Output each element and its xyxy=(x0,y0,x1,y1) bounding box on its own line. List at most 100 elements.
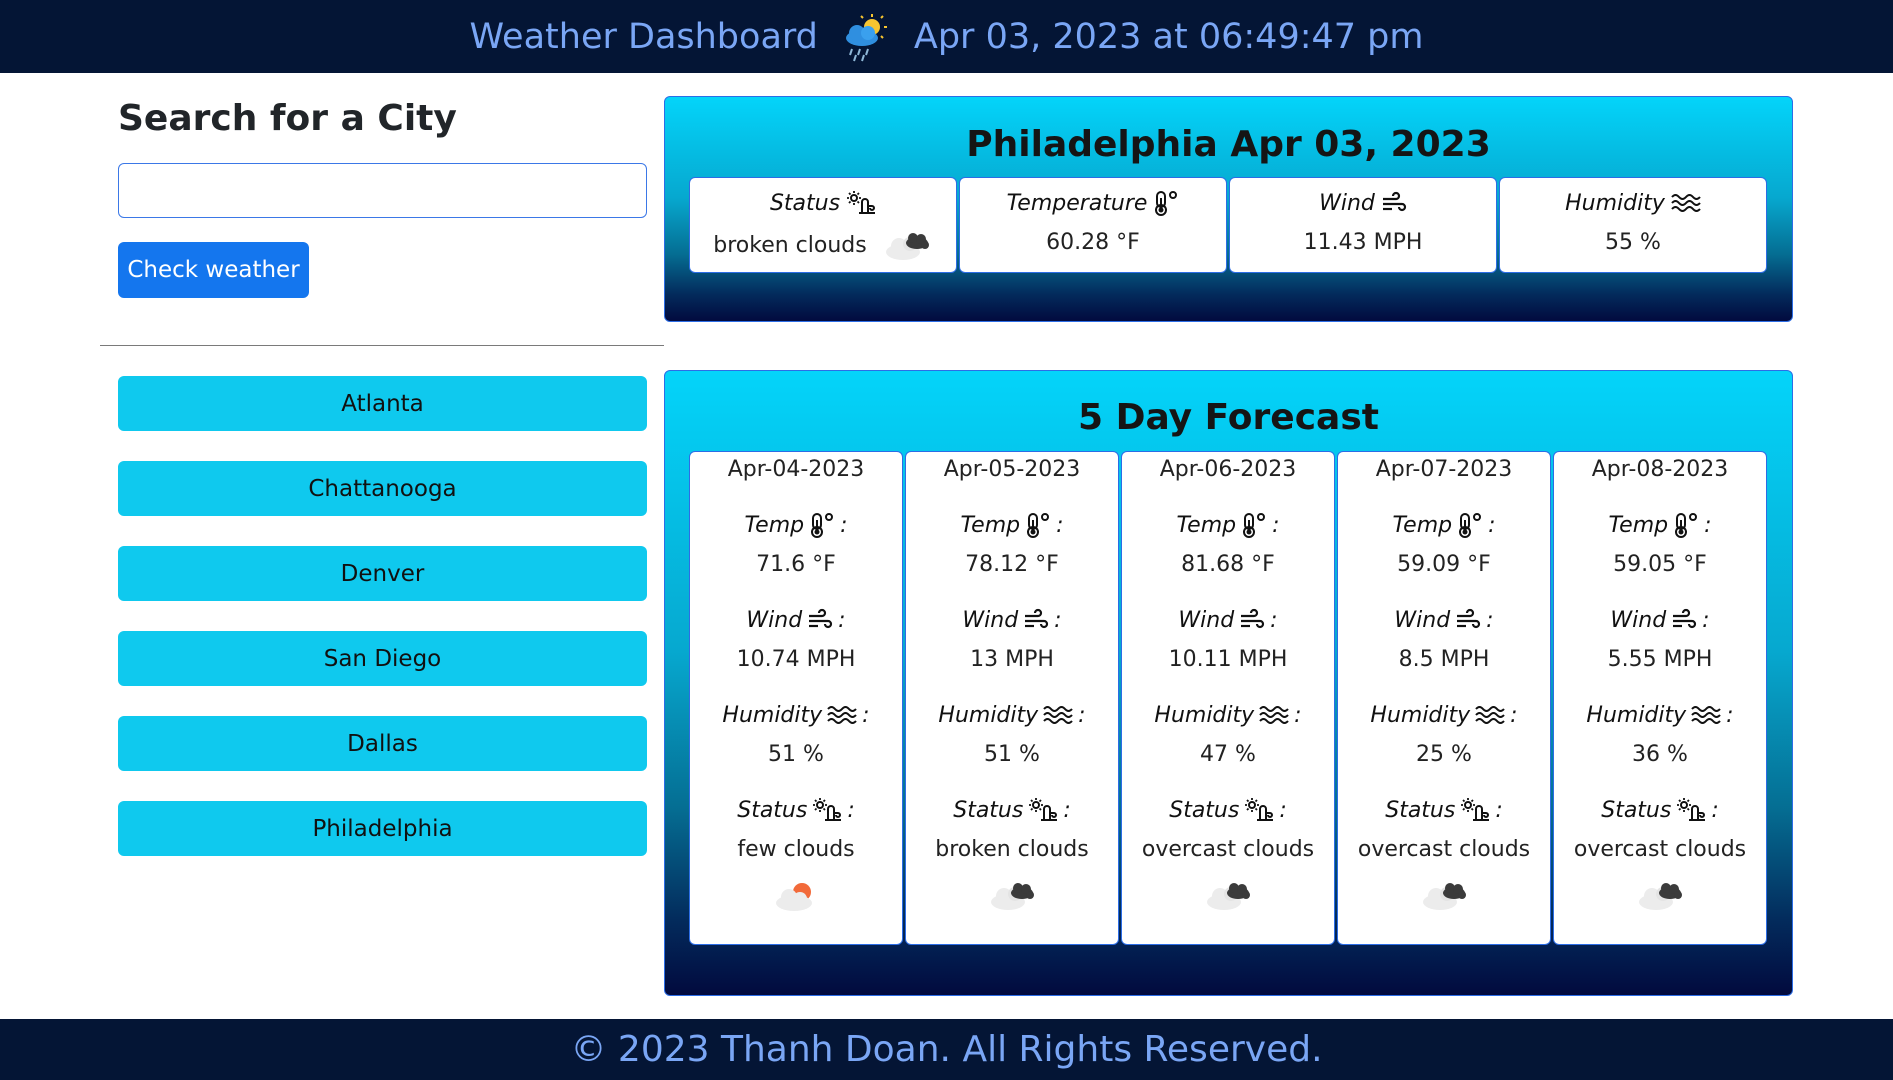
forecast-wind-label: Wind: xyxy=(1178,607,1278,633)
app-title: Weather Dashboard xyxy=(469,16,818,57)
current-humidity-card: Humidity 55 % xyxy=(1499,177,1767,273)
thermometer-icon xyxy=(1025,512,1051,538)
wind-value: 11.43 MPH xyxy=(1303,230,1423,255)
forecast-status-value: broken clouds xyxy=(935,837,1089,862)
forecast-humidity-label-text: Humidity xyxy=(722,702,823,728)
forecast-temp-label-text: Temp xyxy=(1392,512,1453,538)
check-weather-button[interactable]: Check weather xyxy=(118,242,309,298)
forecast-wind-value: 13 MPH xyxy=(970,647,1054,672)
forecast-wind-label-text: Wind xyxy=(1394,607,1451,633)
forecast-humidity-value: 36 % xyxy=(1632,742,1688,767)
forecast-cloud-wrap xyxy=(906,878,1118,912)
forecast-temp-value: 71.6 °F xyxy=(756,552,836,577)
few-clouds-icon xyxy=(770,878,822,912)
broken-clouds-icon xyxy=(1418,878,1470,912)
forecast-wind-label: Wind: xyxy=(1610,607,1710,633)
forecast-status-label: Status: xyxy=(1385,797,1503,823)
broken-clouds-icon xyxy=(1634,878,1686,912)
forecast-status-value: few clouds xyxy=(737,837,855,862)
forecast-temp-label-text: Temp xyxy=(744,512,805,538)
humidity-icon xyxy=(1671,190,1701,216)
forecast-wind-label-text: Wind xyxy=(962,607,1019,633)
forecast-temp-value: 59.09 °F xyxy=(1397,552,1491,577)
forecast-humidity-label: Humidity: xyxy=(722,702,870,728)
forecast-date: Apr-08-2023 xyxy=(1591,457,1729,482)
forecast-temp-label: Temp: xyxy=(1392,512,1496,538)
forecast-wind-label-text: Wind xyxy=(746,607,803,633)
forecast-date: Apr-04-2023 xyxy=(727,457,865,482)
forecast-card: Apr-08-2023 Temp: 59.05 °F Wind: 5.55 MPH Hum… xyxy=(1553,451,1767,945)
current-weather-panel: Philadelphia Apr 03, 2023 Status broken … xyxy=(664,96,1793,322)
status-label: Status xyxy=(769,190,841,216)
history-city-philadelphia[interactable]: Philadelphia xyxy=(118,801,647,856)
forecast-temp-label: Temp: xyxy=(1176,512,1280,538)
forecast-card: Apr-05-2023 Temp: 78.12 °F Wind: 13 MPH Humid… xyxy=(905,451,1119,945)
current-city-title: Philadelphia Apr 03, 2023 xyxy=(966,124,1491,165)
broken-clouds-icon xyxy=(881,228,933,262)
wind-icon xyxy=(1023,607,1049,633)
thermometer-icon xyxy=(1457,512,1483,538)
forecast-wind-label-text: Wind xyxy=(1178,607,1235,633)
forecast-date: Apr-05-2023 xyxy=(943,457,1081,482)
forecast-humidity-label-text: Humidity xyxy=(938,702,1039,728)
forecast-temp-label: Temp: xyxy=(1608,512,1712,538)
wind-icon xyxy=(1239,607,1265,633)
forecast-status-label: Status: xyxy=(737,797,855,823)
divider xyxy=(100,345,664,346)
temperature-label: Temperature xyxy=(1006,190,1148,216)
forecast-humidity-value: 47 % xyxy=(1200,742,1256,767)
wind-icon xyxy=(807,607,833,633)
forecast-status-value: overcast clouds xyxy=(1141,837,1315,862)
forecast-status-label-text: Status xyxy=(1385,797,1456,823)
forecast-humidity-label: Humidity: xyxy=(1154,702,1302,728)
forecast-cloud-wrap xyxy=(1122,878,1334,912)
forecast-cloud-wrap xyxy=(690,878,902,912)
forecast-date: Apr-07-2023 xyxy=(1375,457,1513,482)
forecast-wind-value: 5.55 MPH xyxy=(1607,647,1713,672)
search-history-list: Atlanta Chattanooga Denver San Diego Dal… xyxy=(118,376,647,886)
forecast-cloud-wrap xyxy=(1554,878,1766,912)
forecast-card: Apr-06-2023 Temp: 81.68 °F Wind: 10.11 MPH Hu… xyxy=(1121,451,1335,945)
history-city-dallas[interactable]: Dallas xyxy=(118,716,647,771)
forecast-temp-label-text: Temp xyxy=(1176,512,1237,538)
forecast-cards: Apr-04-2023 Temp: 71.6 °F Wind: 10.74 MPH Hum… xyxy=(689,451,1767,945)
weather-status-icon xyxy=(1460,797,1490,823)
humidity-label: Humidity xyxy=(1565,190,1665,216)
rain-sun-cloud-icon xyxy=(840,11,892,63)
forecast-status-label-text: Status xyxy=(1169,797,1240,823)
forecast-status-label: Status: xyxy=(1601,797,1719,823)
forecast-status-label-text: Status xyxy=(737,797,808,823)
humidity-icon xyxy=(1691,702,1721,728)
thermometer-icon xyxy=(1241,512,1267,538)
forecast-humidity-label: Humidity: xyxy=(1586,702,1734,728)
forecast-wind-label: Wind: xyxy=(1394,607,1494,633)
broken-clouds-icon xyxy=(1202,878,1254,912)
humidity-icon xyxy=(1475,702,1505,728)
weather-status-icon xyxy=(812,797,842,823)
forecast-card: Apr-04-2023 Temp: 71.6 °F Wind: 10.74 MPH Hum… xyxy=(689,451,903,945)
forecast-humidity-label-text: Humidity xyxy=(1370,702,1471,728)
forecast-status-label-text: Status xyxy=(1601,797,1672,823)
weather-status-icon xyxy=(1244,797,1274,823)
forecast-humidity-label: Humidity: xyxy=(1370,702,1518,728)
weather-status-icon xyxy=(1676,797,1706,823)
history-city-chattanooga[interactable]: Chattanooga xyxy=(118,461,647,516)
current-temperature-card: Temperature 60.28 °F xyxy=(959,177,1227,273)
city-search-input[interactable] xyxy=(118,163,647,218)
forecast-temp-label: Temp: xyxy=(744,512,848,538)
forecast-temp-label-text: Temp xyxy=(960,512,1021,538)
temperature-value: 60.28 °F xyxy=(1046,230,1140,255)
forecast-status-label: Status: xyxy=(953,797,1071,823)
forecast-humidity-value: 25 % xyxy=(1416,742,1472,767)
wind-icon xyxy=(1381,190,1407,216)
history-city-denver[interactable]: Denver xyxy=(118,546,647,601)
current-status-card: Status broken clouds xyxy=(689,177,957,273)
forecast-temp-value: 81.68 °F xyxy=(1181,552,1275,577)
forecast-wind-value: 10.74 MPH xyxy=(736,647,856,672)
thermometer-icon xyxy=(1673,512,1699,538)
forecast-temp-value: 78.12 °F xyxy=(965,552,1059,577)
history-city-san-diego[interactable]: San Diego xyxy=(118,631,647,686)
thermometer-icon xyxy=(809,512,835,538)
history-city-atlanta[interactable]: Atlanta xyxy=(118,376,647,431)
search-title: Search for a City xyxy=(118,98,457,139)
